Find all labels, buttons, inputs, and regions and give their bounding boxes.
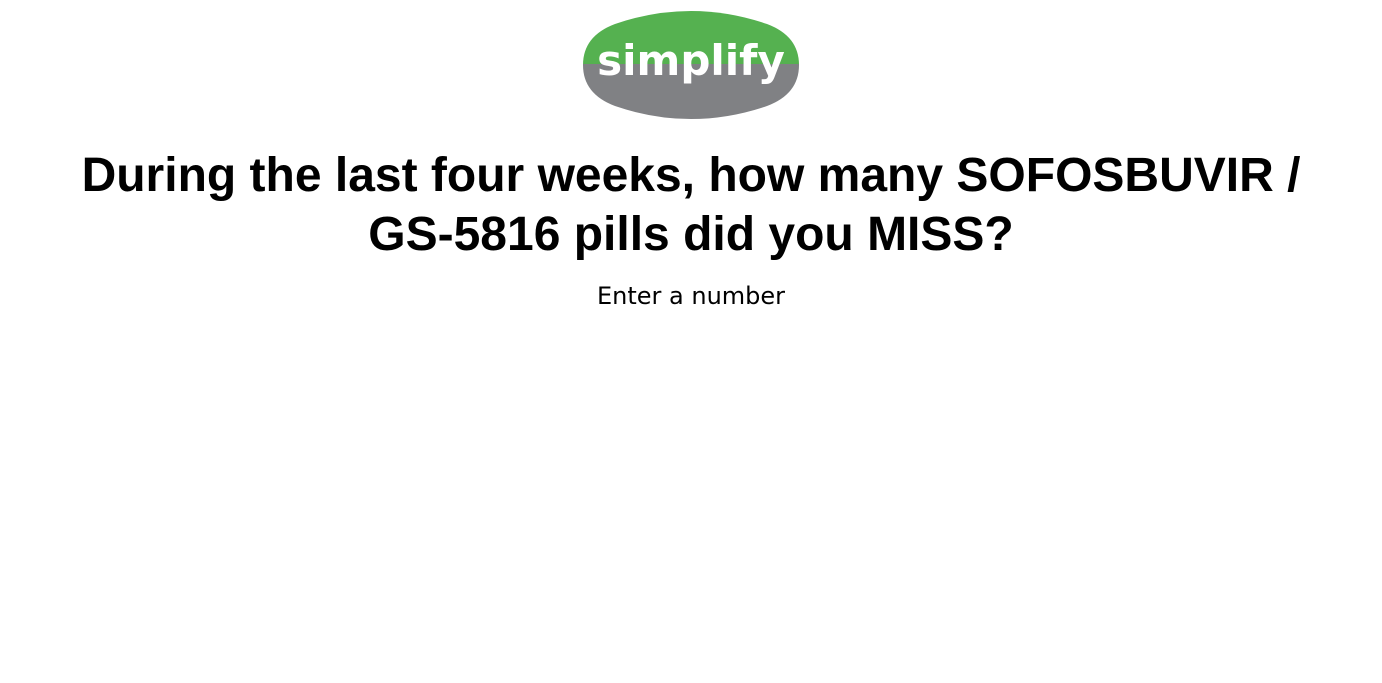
brand-logo: simplify xyxy=(583,10,799,120)
number-input-hint: Enter a number xyxy=(596,282,786,310)
question-heading: During the last four weeks, how many SOF… xyxy=(40,146,1342,264)
brand-logo-graphic: simplify xyxy=(583,11,799,119)
logo-wordmark: simplify xyxy=(597,36,785,85)
question-line-1: During the last four weeks, how many SOF… xyxy=(81,149,1301,202)
question-line-2: GS-5816 pills did you MISS? xyxy=(368,208,1014,261)
